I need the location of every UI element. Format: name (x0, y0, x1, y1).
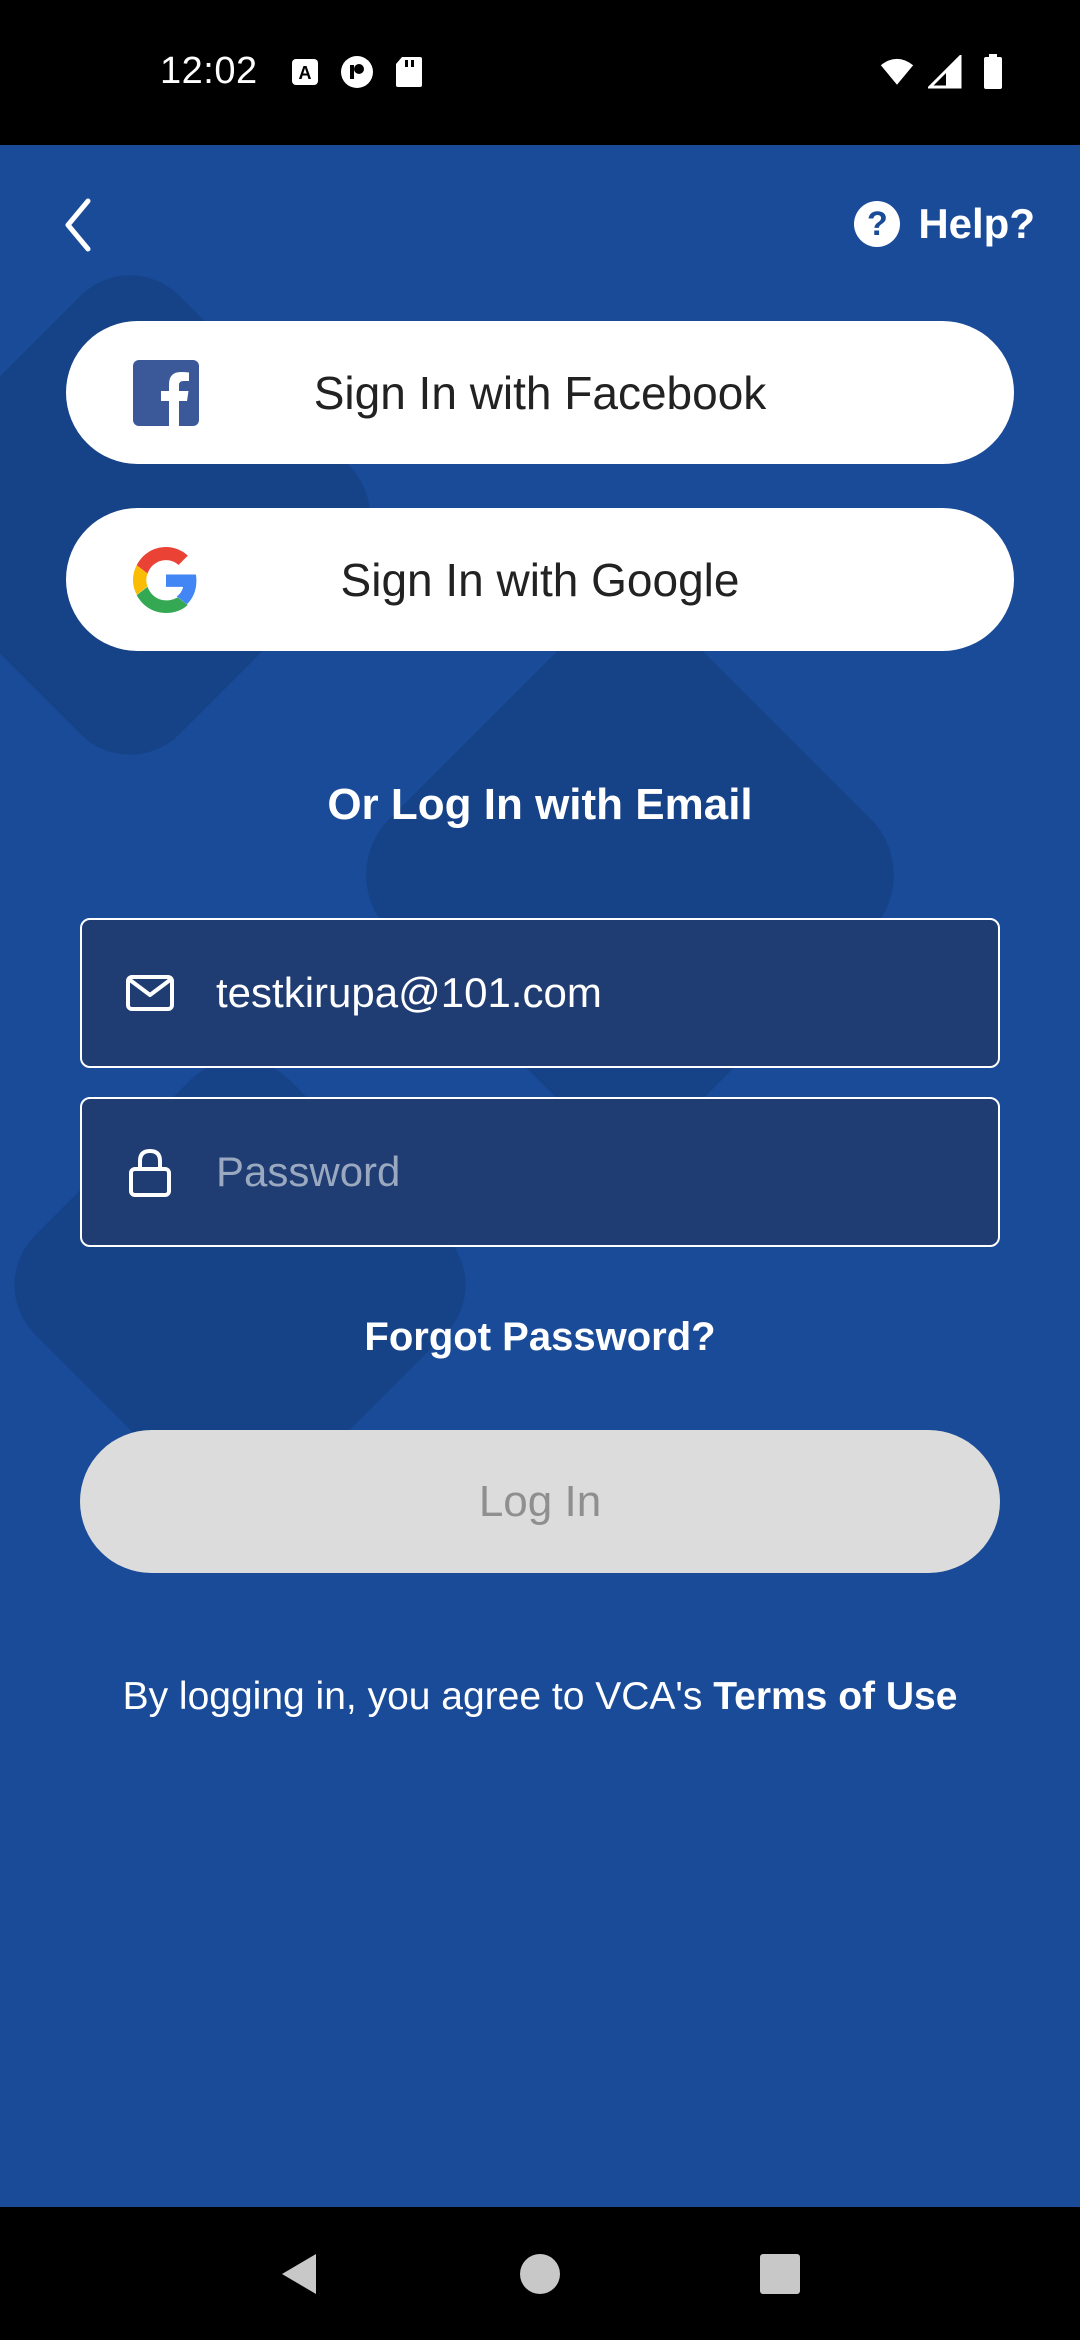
help-link[interactable]: ? Help? (854, 200, 1035, 248)
password-field[interactable]: Password (80, 1097, 1000, 1247)
email-section-heading: Or Log In with Email (327, 780, 753, 829)
nav-home-button[interactable] (510, 2244, 570, 2304)
lock-icon (120, 1142, 180, 1202)
password-placeholder[interactable]: Password (216, 1148, 400, 1196)
chevron-left-icon (65, 198, 91, 252)
login-button-label: Log In (478, 1476, 602, 1526)
navigation-bar (0, 2207, 1080, 2340)
status-icons-left: A (288, 55, 426, 89)
terms-text: By logging in, you agree to VCA's Terms … (0, 1675, 1080, 1719)
svg-text:A: A (299, 63, 312, 83)
signal-icon (928, 55, 962, 89)
status-icons-right (880, 54, 1010, 89)
sd-card-icon (392, 55, 426, 89)
email-value[interactable]: testkirupa@101.com (216, 969, 602, 1017)
google-icon (132, 546, 200, 614)
help-label: Help? (918, 200, 1035, 247)
facebook-signin-label: Sign In with Facebook (313, 366, 767, 419)
facebook-signin-button[interactable]: Sign In with Facebook (66, 321, 1014, 464)
terms-prefix: By logging in, you agree to VCA's (122, 1675, 714, 1718)
nav-back-icon (282, 2253, 316, 2294)
status-time: 12:02 (160, 50, 258, 92)
login-screen: ? Help? Sign In with Facebook Sign In wi… (0, 145, 1080, 2207)
google-signin-label: Sign In with Google (340, 553, 740, 606)
facebook-icon (132, 359, 200, 427)
back-button[interactable] (48, 190, 108, 260)
email-field[interactable]: testkirupa@101.com (80, 918, 1000, 1068)
nav-recents-icon (760, 2253, 800, 2294)
nav-home-icon (520, 2253, 560, 2294)
camera-app-icon (340, 55, 374, 89)
envelope-icon (120, 963, 180, 1023)
nav-back-button[interactable] (270, 2244, 330, 2304)
google-signin-button[interactable]: Sign In with Google (66, 508, 1014, 651)
status-bar: 12:02 A (0, 0, 1080, 145)
wifi-icon (880, 55, 914, 89)
battery-icon (976, 54, 1010, 89)
terms-of-use-link[interactable]: Terms of Use (713, 1675, 957, 1718)
forgot-password-link[interactable]: Forgot Password? (0, 1315, 1080, 1360)
login-button[interactable]: Log In (80, 1430, 1000, 1573)
text-a-icon: A (288, 55, 322, 89)
nav-recents-button[interactable] (750, 2244, 810, 2304)
question-circle-icon: ? (854, 201, 901, 247)
